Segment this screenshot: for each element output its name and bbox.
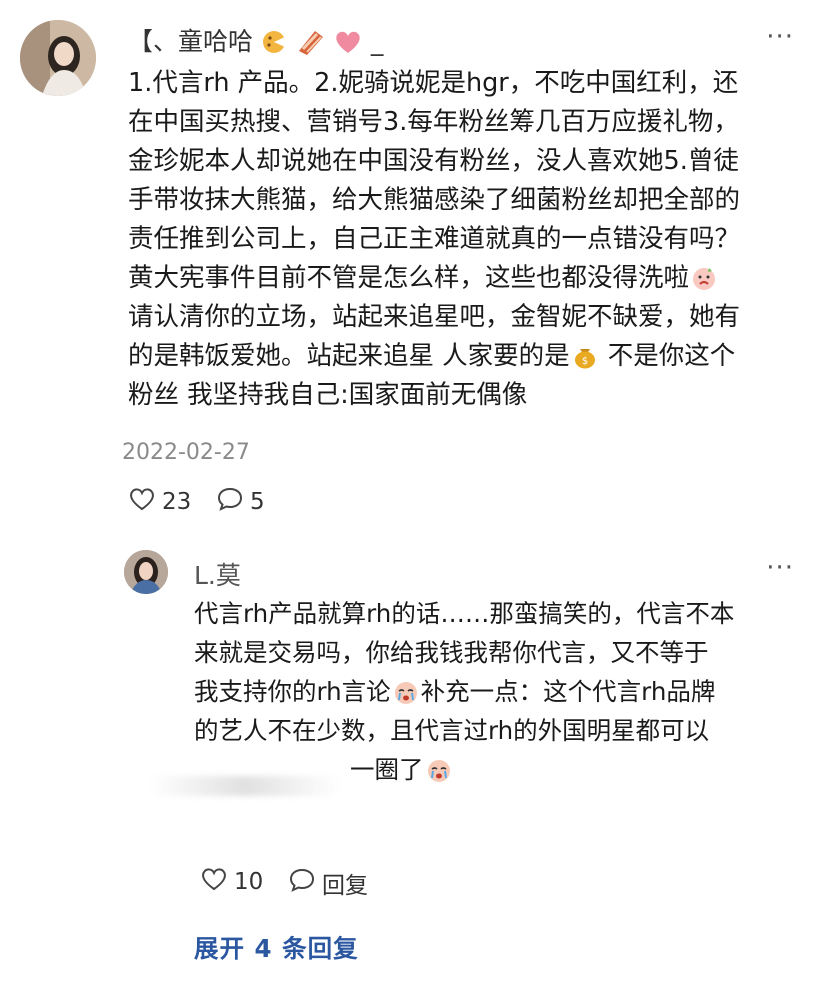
comment-line: 1.代言rh 产品。2.妮骑说妮是hgr，不吃中国红利，还 <box>128 68 739 98</box>
reply-line-text: 我支持你的rh言论 <box>194 677 391 706</box>
comment-line: 请认清你的立场，站起来追星吧，金智妮不缺爱，她有 <box>128 302 741 332</box>
bacon-icon <box>295 29 325 61</box>
expand-replies-link[interactable]: 展开 4 条回复 <box>194 930 359 965</box>
reply-line: 的艺人不在少数，且代言过rh的外国明星都可以 <box>194 716 710 745</box>
reply-like-button[interactable]: 10 <box>200 866 263 898</box>
avatar[interactable] <box>20 20 96 96</box>
comment-line-text: 不是你这个 <box>599 341 736 371</box>
comment-line: 黄大宪事件目前不管是怎么样，这些也都没得洗啦 <box>128 259 740 298</box>
username-text[interactable]: 【、童哈哈 <box>128 27 253 56</box>
comment-line-text: 黄大宪事件目前不管是怎么样，这些也都没得洗啦 <box>128 263 690 293</box>
comment-line: 金珍妮本人却说她在中国没有粉丝，没人喜欢她5.曾徒 <box>128 146 739 176</box>
like-count: 23 <box>162 489 192 515</box>
more-options-button[interactable]: ··· <box>766 22 794 52</box>
reply-line: 代言rh产品就算rh的话……那蛮搞笑的，代言不本 <box>194 599 735 628</box>
like-button[interactable]: 23 <box>128 486 191 518</box>
reply-username[interactable]: L.莫 <box>194 556 241 592</box>
reply-line-text: 一圈了 <box>350 755 424 784</box>
reply-line: 我支持你的rh言论 补充一点：这个代言rh品牌 <box>194 672 734 711</box>
reply-count-button[interactable]: 5 <box>216 486 265 518</box>
reply-line-text: 补充一点：这个代言rh品牌 <box>420 677 716 706</box>
comment-username[interactable]: 【、童哈哈 _ <box>128 22 383 61</box>
crying-face-icon <box>393 677 419 704</box>
reply-more-options-button[interactable]: ··· <box>766 553 794 583</box>
reply-like-count: 10 <box>234 869 264 895</box>
comment-line-text: 的是韩饭爱她。站起来追星 人家要的是 <box>128 341 570 371</box>
reply-label: 回复 <box>322 873 368 899</box>
sad-face-icon <box>691 264 717 290</box>
redacted-blur <box>150 776 340 796</box>
reply-avatar[interactable] <box>124 550 168 594</box>
comment-line: 责任推到公司上，自己正主难道就真的一点错没有吗？ <box>128 224 741 254</box>
comment-line: 的是韩饭爱她。站起来追星 人家要的是 $ 不是你这个 <box>128 337 740 376</box>
heart-outline-icon <box>200 866 228 898</box>
crying-face-icon <box>426 755 452 782</box>
comment-line: 在中国买热搜、营销号3.每年粉丝筹几百万应援礼物， <box>128 107 739 137</box>
heart-outline-icon <box>128 486 156 518</box>
comment-bubble-icon <box>216 486 244 518</box>
svg-text:$: $ <box>581 356 587 367</box>
reply-to-reply-button[interactable]: 回复 <box>288 866 368 900</box>
heart-icon <box>333 29 363 61</box>
reply-text: 代言rh产品就算rh的话……那蛮搞笑的，代言不本 来就是交易吗，你给我钱我帮你代… <box>194 594 734 789</box>
cookie-icon <box>261 29 287 61</box>
comment-bubble-icon <box>288 867 316 899</box>
reply-count: 5 <box>250 489 265 515</box>
comment-line: 手带妆抹大熊猫，给大熊猫感染了细菌粉丝却把全部的 <box>128 185 741 215</box>
reply-line: 来就是交易吗，你给我钱我帮你代言，又不等于 <box>194 638 709 667</box>
username-suffix: _ <box>370 27 384 56</box>
comment-text: 1.代言rh 产品。2.妮骑说妮是hgr，不吃中国红利，还 在中国买热搜、营销号… <box>128 64 740 415</box>
comment-line: 粉丝 我坚持我自己:国家面前无偶像 <box>128 380 528 410</box>
comment-date: 2022-02-27 <box>122 440 250 465</box>
money-bag-icon: $ <box>572 342 598 369</box>
